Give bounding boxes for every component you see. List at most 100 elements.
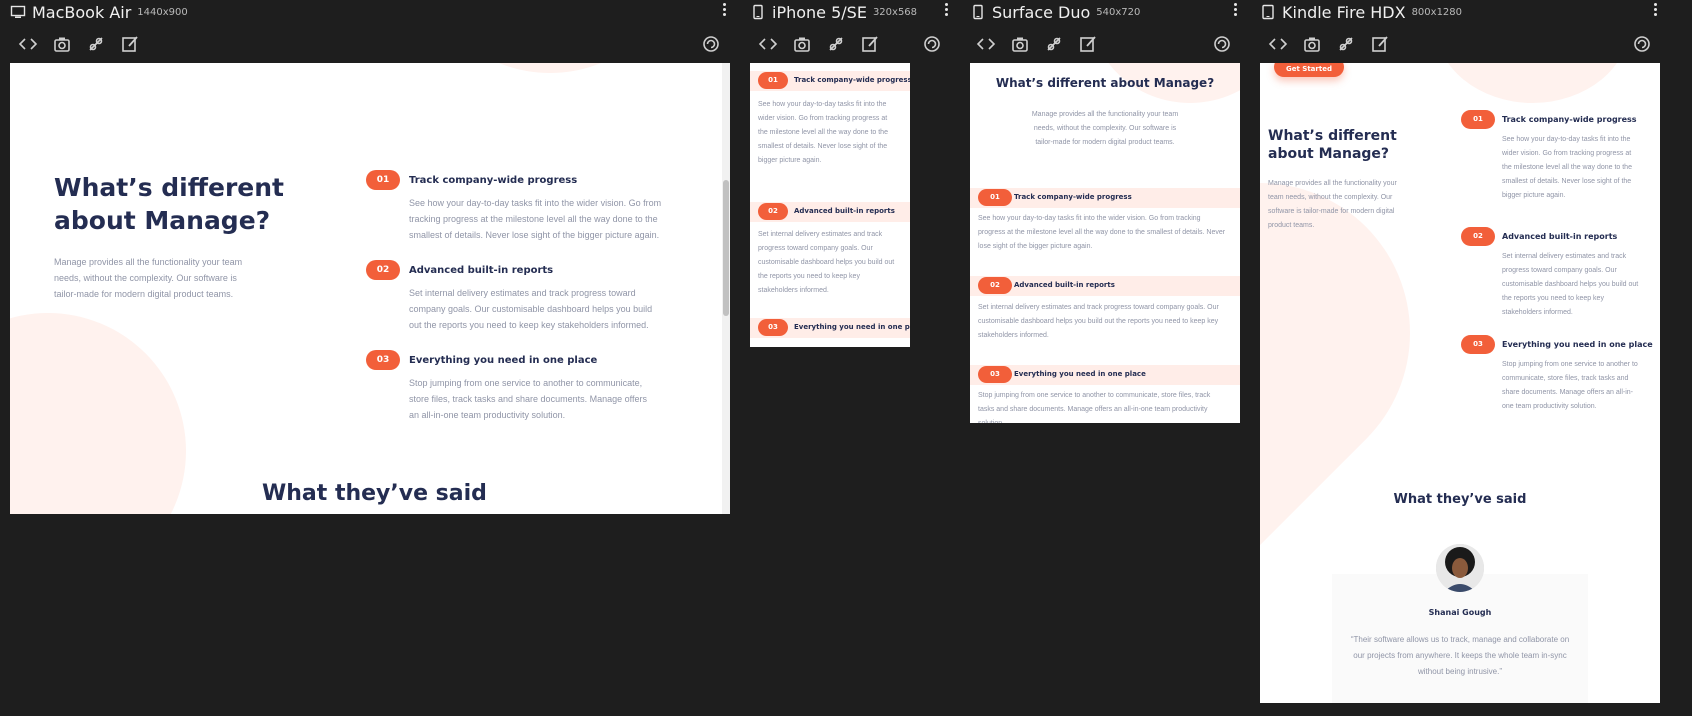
section-intro: Manage provides all the functionality yo… xyxy=(1268,180,1397,229)
scrollbar-thumb[interactable] xyxy=(723,180,729,316)
feature-text: See how your day-to-day tasks fit into t… xyxy=(409,198,662,240)
feature-title: Track company-wide progress xyxy=(409,175,578,186)
section-heading: What’s different about Manage? xyxy=(54,173,284,235)
feature-title: Advanced built-in reports xyxy=(794,207,895,215)
device-name: Kindle Fire HDX xyxy=(1282,2,1406,22)
code-icon[interactable] xyxy=(18,34,38,54)
testimonials-heading: What they’ve said xyxy=(262,481,487,506)
camera-icon[interactable] xyxy=(1302,34,1322,54)
feature-number-badge: 01 xyxy=(1461,110,1495,129)
viewport-iphone[interactable]: 01 Track company-wide progress See how y… xyxy=(750,63,910,347)
testimonial-quote: “Their software allows us to track, mana… xyxy=(1350,635,1570,676)
feature-number-badge: 01 xyxy=(758,72,788,89)
device-toolbar xyxy=(750,34,950,56)
section-heading: What’s different about Manage? xyxy=(1268,128,1397,162)
device-toolbar xyxy=(970,34,1242,56)
feature-text: Stop jumping from one service to another… xyxy=(1502,361,1638,410)
section-heading: What’s different about Manage? xyxy=(995,76,1215,90)
section-intro: Manage provides all the functionality yo… xyxy=(1031,111,1179,146)
more-options-icon[interactable] xyxy=(1652,2,1658,18)
viewport-macbook[interactable]: What’s different about Manage? Manage pr… xyxy=(10,63,730,514)
tablet-icon xyxy=(1262,4,1274,20)
device-kindle: Kindle Fire HDX 800x1280 Get Started Wha… xyxy=(1260,0,1660,716)
feature-title: Advanced built-in reports xyxy=(1014,281,1115,289)
decorative-circle xyxy=(10,313,186,514)
device-surface: Surface Duo 540x720 What’s different abo… xyxy=(970,0,1242,430)
edit-icon[interactable] xyxy=(1078,34,1098,54)
feature-number-badge: 03 xyxy=(758,319,788,336)
device-size: 1440x900 xyxy=(137,6,188,18)
testimonials-heading: What they’ve said xyxy=(1393,492,1527,507)
feature-text: Set internal delivery estimates and trac… xyxy=(978,304,1219,339)
rotate-icon[interactable] xyxy=(922,34,942,54)
edit-icon[interactable] xyxy=(1370,34,1390,54)
feature-text: Set internal delivery estimates and trac… xyxy=(409,288,653,330)
feature-number-badge: 03 xyxy=(1461,335,1495,354)
camera-icon[interactable] xyxy=(1010,34,1030,54)
viewport-kindle[interactable]: Get Started What’s different about Manag… xyxy=(1260,63,1660,703)
feature-number-badge: 02 xyxy=(366,260,400,280)
feature-text: Stop jumping from one service to another… xyxy=(978,392,1211,423)
feature-title: Advanced built-in reports xyxy=(1502,232,1618,241)
feature-title: Track company-wide progress xyxy=(1014,193,1132,201)
person-avatar-icon xyxy=(1436,544,1484,592)
feature-text: See how your day-to-day tasks fit into t… xyxy=(758,101,888,164)
feature-number-badge: 03 xyxy=(366,350,400,370)
device-name: iPhone 5/SE xyxy=(772,2,867,22)
bug-icon[interactable] xyxy=(826,34,846,54)
device-header: Kindle Fire HDX 800x1280 xyxy=(1260,0,1462,24)
edit-icon[interactable] xyxy=(120,34,140,54)
device-name: Surface Duo xyxy=(992,2,1091,22)
bug-icon[interactable] xyxy=(86,34,106,54)
viewport-surface[interactable]: What’s different about Manage? Manage pr… xyxy=(970,63,1240,423)
smartphone-icon xyxy=(753,4,763,20)
device-iphone: iPhone 5/SE 320x568 01 Track company-wid… xyxy=(750,0,950,360)
rotate-icon[interactable] xyxy=(1212,34,1232,54)
feature-number-badge: 01 xyxy=(978,189,1012,206)
camera-icon[interactable] xyxy=(52,34,72,54)
device-toolbar xyxy=(1260,34,1660,56)
device-header: MacBook Air 1440x900 xyxy=(10,0,188,24)
edit-icon[interactable] xyxy=(860,34,880,54)
more-options-icon[interactable] xyxy=(721,2,727,18)
more-options-icon[interactable] xyxy=(943,2,949,18)
device-toolbar xyxy=(10,34,732,56)
feature-title: Everything you need in one place xyxy=(1014,370,1146,378)
rotate-icon[interactable] xyxy=(1632,34,1652,54)
rotate-icon[interactable] xyxy=(701,34,721,54)
feature-text: See how your day-to-day tasks fit into t… xyxy=(1502,136,1632,199)
device-name: MacBook Air xyxy=(32,2,132,22)
feature-text: Set internal delivery estimates and trac… xyxy=(758,231,895,294)
feature-number-badge: 01 xyxy=(366,170,400,190)
camera-icon[interactable] xyxy=(792,34,812,54)
bug-icon[interactable] xyxy=(1336,34,1356,54)
feature-text: See how your day-to-day tasks fit into t… xyxy=(978,215,1226,250)
feature-title: Everything you need in one place xyxy=(1502,340,1653,349)
feature-title: Everything you need in one place xyxy=(409,355,598,366)
code-icon[interactable] xyxy=(976,34,996,54)
feature-number-badge: 03 xyxy=(978,366,1012,383)
feature-title: Track company-wide progress xyxy=(794,76,910,84)
device-macbook: MacBook Air 1440x900 What’s different ab… xyxy=(10,0,732,520)
bug-icon[interactable] xyxy=(1044,34,1064,54)
decorative-circle xyxy=(430,63,670,73)
feature-title: Everything you need in one place xyxy=(794,323,910,331)
code-icon[interactable] xyxy=(758,34,778,54)
monitor-icon xyxy=(10,5,26,18)
section-intro: Manage provides all the functionality yo… xyxy=(54,257,243,299)
get-started-button[interactable]: Get Started xyxy=(1274,63,1344,77)
feature-number-badge: 02 xyxy=(1461,227,1495,246)
testimonial-name: Shanai Gough xyxy=(1428,608,1492,617)
code-icon[interactable] xyxy=(1268,34,1288,54)
decorative-circle xyxy=(1435,63,1630,103)
feature-title: Advanced built-in reports xyxy=(409,265,554,276)
device-size: 800x1280 xyxy=(1411,6,1463,18)
device-size: 320x568 xyxy=(872,6,918,18)
more-options-icon[interactable] xyxy=(1232,2,1238,18)
feature-number-badge: 02 xyxy=(758,203,788,220)
feature-text: Set internal delivery estimates and trac… xyxy=(1502,253,1639,316)
feature-title: Track company-wide progress xyxy=(1502,115,1637,124)
feature-text: Stop jumping from one service to another… xyxy=(409,378,647,420)
smartphone-icon xyxy=(973,4,983,20)
device-size: 540x720 xyxy=(1096,6,1141,18)
